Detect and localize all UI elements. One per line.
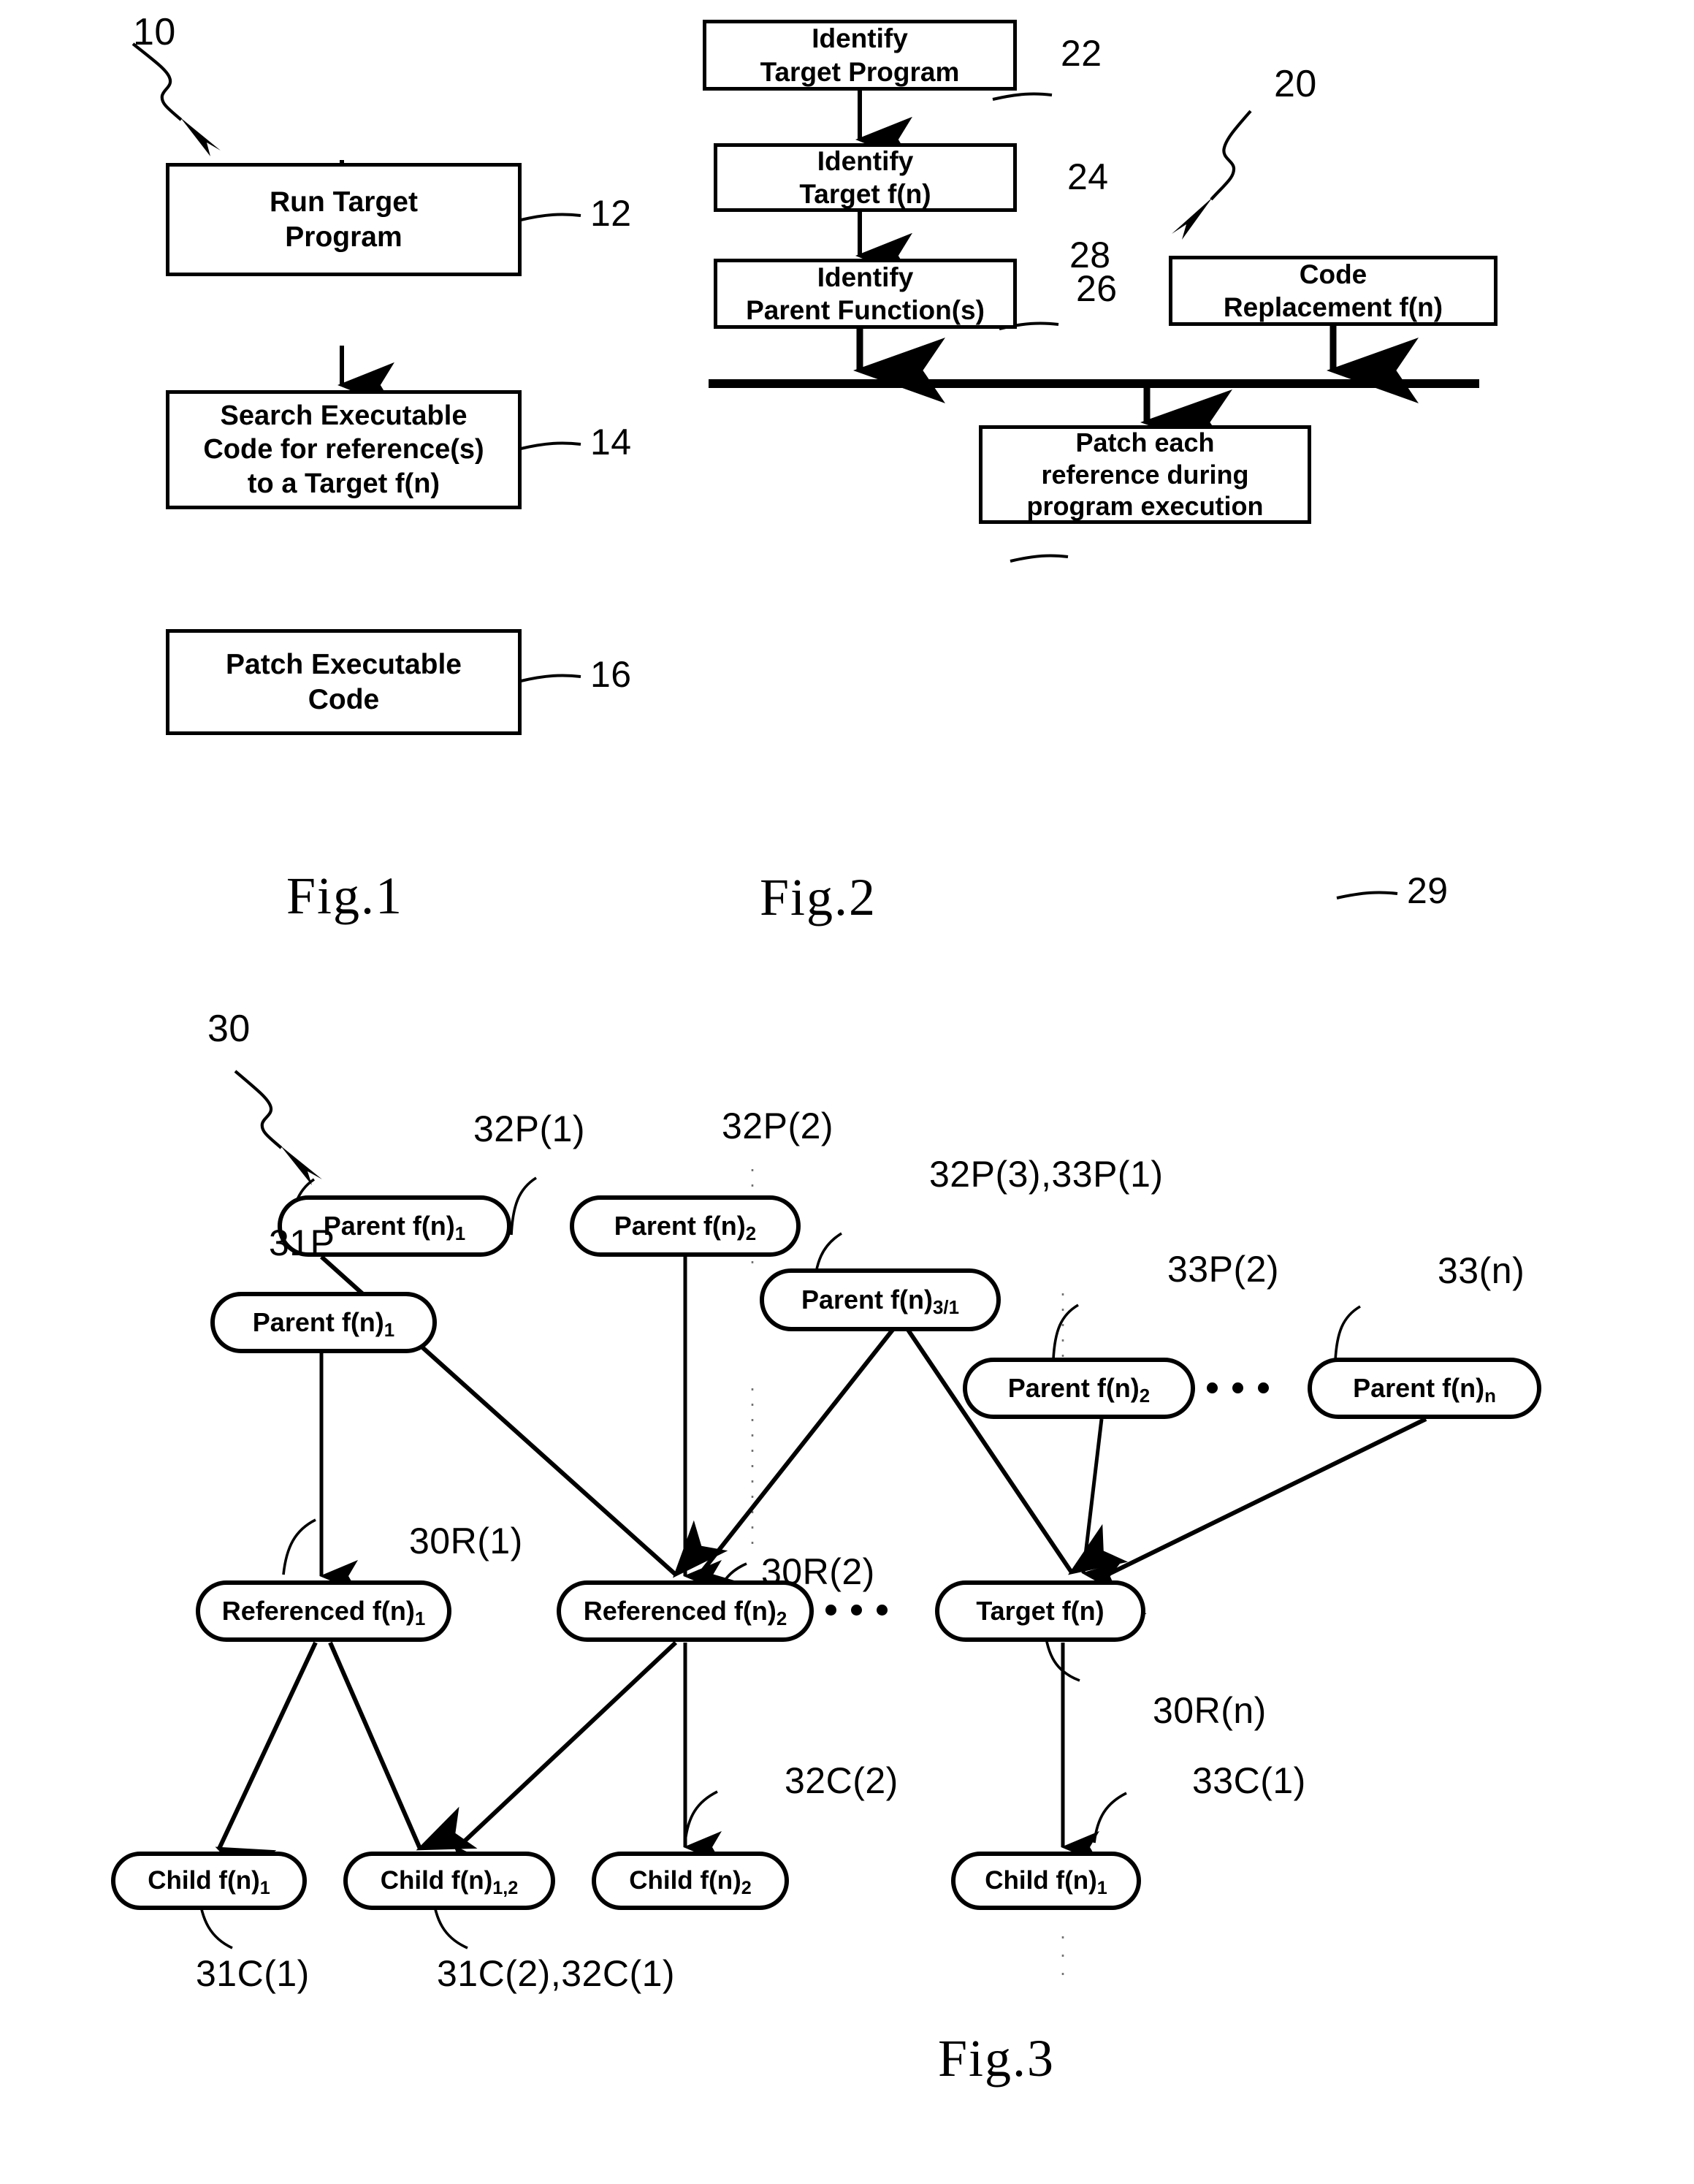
fig1-numeral-12: 12 <box>590 193 632 234</box>
fig1-step-search-executable-code: Search Executable Code for reference(s) to… <box>166 390 522 509</box>
fig2-numeral-28: 28 <box>1069 235 1111 275</box>
fig2-caption: Fig.2 <box>760 868 877 927</box>
fig3-node-target-fn: Target f(n) <box>935 1580 1145 1642</box>
fig3-numeral-33p2: 33P(2) <box>1167 1249 1280 1290</box>
fig1-step-16-label: Patch Executable Code <box>226 648 462 715</box>
fig2-step-22-label: Identify Target Program <box>760 23 960 87</box>
fig3-numeral-30r1: 30R(1) <box>409 1521 523 1561</box>
fig3-ellipsis-parent-row <box>1207 1382 1269 1393</box>
node-label: Referenced f(n)1 <box>221 1596 426 1630</box>
node-label: Parent f(n)2 <box>614 1211 757 1245</box>
node-label: Parent f(n)3/1 <box>801 1285 959 1319</box>
fig1-numeral-14: 14 <box>590 422 632 463</box>
fig3-numeral-31p: 31P <box>269 1222 335 1263</box>
node-label: Child f(n)1,2 <box>380 1866 519 1899</box>
node-label: Parent f(n)1 <box>323 1211 466 1245</box>
fig3-node-parent-fn-2-33p2: Parent f(n)2 <box>963 1358 1195 1419</box>
node-label: Child f(n)1 <box>985 1866 1107 1899</box>
fig3-numeral-30: 30 <box>207 1008 251 1050</box>
fig3-numeral-32p1: 32P(1) <box>473 1108 586 1149</box>
fig2-lead-20 <box>1172 110 1252 240</box>
fig2-step-26-label: Identify Parent Function(s) <box>746 262 985 325</box>
fig1-numeral-16: 16 <box>590 654 632 695</box>
fig3-node-parent-fn-1-31p: Parent f(n)1 <box>210 1292 437 1353</box>
fig3-numeral-30rn: 30R(n) <box>1153 1690 1267 1731</box>
node-label: Parent f(n)n <box>1353 1373 1496 1407</box>
node-label: Child f(n)2 <box>629 1866 752 1899</box>
fig2-step-identify-parent-functions: Identify Parent Function(s) <box>714 259 1017 329</box>
node-label: Parent f(n)1 <box>252 1307 395 1342</box>
fig3-node-child-fn-1-31c1: Child f(n)1 <box>111 1852 307 1910</box>
fig3-node-child-fn-2-32c2: Child f(n)2 <box>592 1852 789 1910</box>
fig3-numeral-31c2-32c1: 31C(2),32C(1) <box>437 1953 676 1994</box>
fig3-node-referenced-fn-1: Referenced f(n)1 <box>196 1580 451 1642</box>
fig2-numeral-29: 29 <box>1407 870 1449 911</box>
patent-drawing-sheet: Run Target Program Search Executable Code … <box>0 0 1694 2184</box>
node-label: Child f(n)1 <box>148 1866 270 1899</box>
fig1-step-run-target-program: Run Target Program <box>166 163 522 276</box>
fig3-numeral-33n-text: 33(n) <box>1438 1250 1525 1291</box>
fig3-ellipsis-referenced-row <box>825 1605 888 1616</box>
fig2-numeral-20: 20 <box>1274 63 1317 105</box>
fig1-numeral-leaders <box>520 213 581 682</box>
fig3-node-parent-fn-3-1: Parent f(n)3/1 <box>760 1268 1001 1331</box>
fig3-node-parent-fn-n-33n: Parent f(n)n <box>1308 1358 1541 1419</box>
node-label: Target f(n) <box>976 1596 1104 1626</box>
fig3-node-child-fn-1-2: Child f(n)1,2 <box>343 1852 555 1910</box>
fig1-numeral-10: 10 <box>133 11 176 53</box>
fig3-node-child-fn-1-33c1: Child f(n)1 <box>951 1852 1141 1910</box>
fig2-merge-bar <box>709 379 1479 388</box>
fig2-step-code-replacement-fn: Code Replacement f(n) <box>1169 256 1497 326</box>
node-label: Referenced f(n)2 <box>583 1596 787 1630</box>
fig1-step-12-label: Run Target Program <box>270 186 418 253</box>
fig2-step-identify-target-fn: Identify Target f(n) <box>714 143 1017 212</box>
node-label: Parent f(n)2 <box>1007 1373 1151 1407</box>
fig1-step-14-label: Search Executable Code for reference(s) to… <box>203 400 484 499</box>
fig2-numeral-24: 24 <box>1067 156 1109 197</box>
fig2-numeral-22: 22 <box>1061 33 1102 74</box>
fig3-numeral-32c2: 32C(2) <box>785 1760 898 1801</box>
fig3-lead-30 <box>234 1070 322 1185</box>
fig1-lead-10 <box>131 42 221 156</box>
fig1-step-patch-executable-code: Patch Executable Code <box>166 629 522 735</box>
fig2-step-29-label: Patch each reference during program execut… <box>1026 427 1264 522</box>
fig3-numeral-31c1: 31C(1) <box>196 1953 310 1994</box>
fig3-caption: Fig.3 <box>938 2029 1056 2088</box>
fig2-step-identify-target-program: Identify Target Program <box>703 20 1017 91</box>
fig2-step-24-label: Identify Target f(n) <box>799 145 931 209</box>
fig3-node-parent-fn-2-32p2: Parent f(n)2 <box>570 1195 801 1257</box>
fig3-numeral-33c1: 33C(1) <box>1192 1760 1306 1801</box>
fig2-step-28-label: Code Replacement f(n) <box>1223 259 1443 322</box>
fig2-step-patch-each-reference: Patch each reference during program execut… <box>979 425 1311 524</box>
fig3-numeral-32p3-33p1: 32P(3),33P(1) <box>929 1154 1164 1195</box>
fig3-numeral-30r2: 30R(2) <box>761 1551 875 1592</box>
fig1-caption: Fig.1 <box>286 867 404 925</box>
fig3-numeral-32p2: 32P(2) <box>722 1106 834 1146</box>
